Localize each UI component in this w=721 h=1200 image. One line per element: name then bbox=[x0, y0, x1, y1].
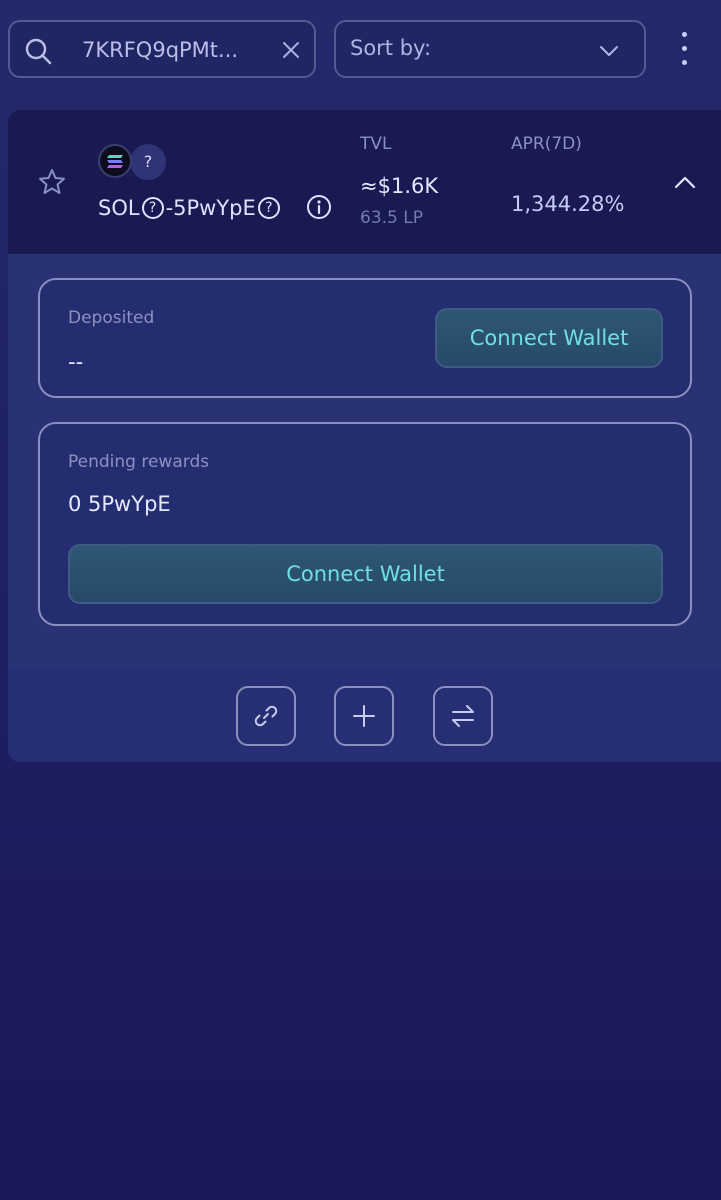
pool-card: ? SOL ? - 5PwYpE ? TVL ≈$1.6K 63.5 LP AP… bbox=[8, 110, 721, 762]
search-box[interactable] bbox=[8, 20, 316, 78]
sol-logo-icon bbox=[98, 144, 132, 178]
apr-label: APR(7D) bbox=[511, 134, 582, 154]
connect-wallet-button[interactable]: Connect Wallet bbox=[435, 308, 663, 368]
unknown-token-logo: ? bbox=[130, 144, 166, 180]
deposited-label: Deposited bbox=[68, 308, 155, 328]
search-input[interactable] bbox=[82, 34, 262, 66]
sort-label: Sort by: bbox=[350, 36, 432, 60]
token-a-symbol: SOL bbox=[98, 196, 140, 220]
question-circle-icon: ? bbox=[257, 197, 280, 219]
pool-name: SOL ? - 5PwYpE ? bbox=[98, 192, 282, 224]
apr-value: 1,344.28% bbox=[511, 192, 625, 216]
plus-icon bbox=[353, 705, 375, 727]
more-vertical-icon[interactable] bbox=[668, 30, 702, 68]
sort-dropdown[interactable]: Sort by: bbox=[334, 20, 646, 78]
question-circle-icon: ? bbox=[141, 197, 164, 219]
link-icon bbox=[254, 705, 278, 727]
tvl-lp-amount: 63.5 LP bbox=[360, 208, 423, 228]
info-icon[interactable] bbox=[306, 194, 332, 220]
pending-rewards-panel: Pending rewards 0 5PwYpE Connect Wallet bbox=[38, 422, 692, 626]
close-icon[interactable] bbox=[280, 39, 302, 61]
pair-separator: - bbox=[165, 196, 174, 220]
link-button[interactable] bbox=[236, 686, 296, 746]
deposited-value: -- bbox=[68, 350, 84, 374]
deposited-panel: Deposited -- Connect Wallet bbox=[38, 278, 692, 398]
swap-icon bbox=[452, 705, 474, 727]
tvl-value: ≈$1.6K bbox=[360, 174, 439, 198]
chevron-up-icon[interactable] bbox=[672, 170, 698, 196]
chevron-down-icon bbox=[600, 46, 618, 56]
connect-wallet-button[interactable]: Connect Wallet bbox=[68, 544, 663, 604]
star-icon[interactable] bbox=[38, 168, 66, 196]
pool-actions bbox=[8, 670, 721, 762]
tvl-label: TVL bbox=[360, 134, 392, 154]
pool-header[interactable]: ? SOL ? - 5PwYpE ? TVL ≈$1.6K 63.5 LP AP… bbox=[8, 110, 721, 254]
token-logos: ? bbox=[98, 144, 178, 180]
add-liquidity-button[interactable] bbox=[334, 686, 394, 746]
pending-rewards-label: Pending rewards bbox=[68, 452, 210, 472]
pending-rewards-value: 0 5PwYpE bbox=[68, 492, 171, 516]
token-b-symbol: 5PwYpE bbox=[173, 196, 256, 220]
swap-button[interactable] bbox=[433, 686, 493, 746]
top-bar: Sort by: bbox=[0, 0, 721, 100]
search-icon bbox=[25, 38, 52, 65]
